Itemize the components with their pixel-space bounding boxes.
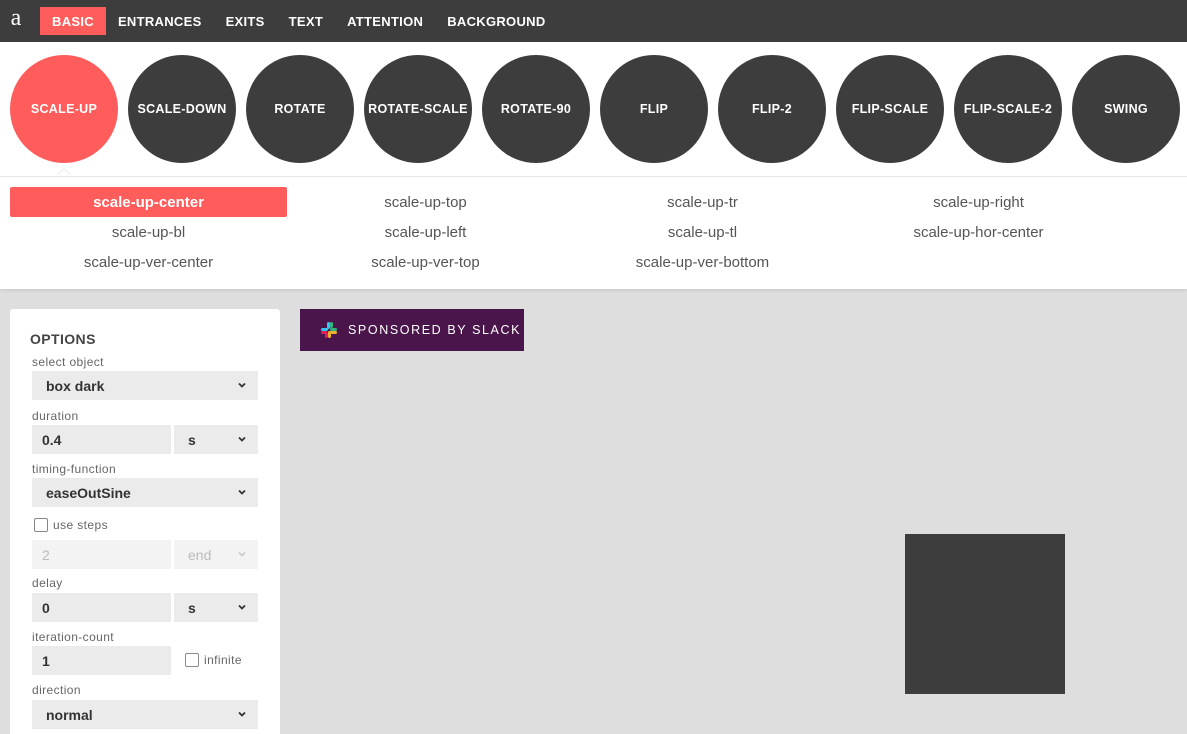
- delay-label: delay: [32, 576, 63, 590]
- timing-function-dropdown[interactable]: easeOutSine: [32, 478, 258, 507]
- select-object-label: select object: [32, 355, 104, 369]
- chevron-down-icon: [238, 489, 246, 495]
- animation-flip-scale[interactable]: FLIP-SCALE: [836, 55, 944, 163]
- chevron-down-icon: [238, 551, 246, 557]
- tab-attention[interactable]: ATTENTION: [335, 7, 435, 35]
- steps-direction-value: end: [188, 546, 212, 563]
- duration-label: duration: [32, 409, 79, 423]
- variant-item[interactable]: scale-up-top: [287, 187, 564, 217]
- direction-dropdown[interactable]: normal: [32, 700, 258, 729]
- use-steps-checkbox[interactable]: [34, 518, 48, 532]
- duration-input[interactable]: 0.4: [32, 425, 171, 454]
- site-logo[interactable]: a: [1, 0, 31, 42]
- options-title: OPTIONS: [30, 331, 96, 347]
- variant-item[interactable]: scale-up-left: [287, 217, 564, 247]
- chevron-down-icon: [238, 604, 246, 610]
- tab-text[interactable]: TEXT: [277, 7, 335, 35]
- options-panel: OPTIONS select object box dark duration …: [10, 309, 280, 734]
- steps-input[interactable]: 2: [32, 540, 171, 569]
- delay-unit-value: s: [188, 599, 196, 616]
- top-nav: a BASIC ENTRANCES EXITS TEXT ATTENTION B…: [0, 0, 1187, 42]
- sponsor-label: SPONSORED BY SLACK: [348, 323, 522, 337]
- slack-logo-icon: [321, 322, 337, 338]
- variant-item[interactable]: scale-up-center: [10, 187, 287, 217]
- active-pointer: [57, 168, 71, 175]
- direction-label: direction: [32, 683, 81, 697]
- animation-rotate-scale[interactable]: ROTATE-SCALE: [364, 55, 472, 163]
- variant-item[interactable]: scale-up-tl: [564, 217, 841, 247]
- animation-scale-down[interactable]: SCALE-DOWN: [128, 55, 236, 163]
- tab-entrances[interactable]: ENTRANCES: [106, 7, 214, 35]
- iteration-count-input[interactable]: 1: [32, 646, 171, 675]
- variant-item[interactable]: scale-up-ver-bottom: [564, 247, 841, 277]
- variant-item[interactable]: scale-up-right: [840, 187, 1117, 217]
- chevron-down-icon: [238, 711, 246, 717]
- sponsor-button[interactable]: SPONSORED BY SLACK: [300, 309, 524, 351]
- infinite-label: infinite: [204, 653, 242, 667]
- animation-flip-2[interactable]: FLIP-2: [718, 55, 826, 163]
- chevron-down-icon: [238, 382, 246, 388]
- duration-unit-value: s: [188, 431, 196, 448]
- iteration-count-label: iteration-count: [32, 630, 115, 644]
- animation-group-picker: SCALE-UP SCALE-DOWN ROTATE ROTATE-SCALE …: [0, 42, 1187, 177]
- select-object-dropdown[interactable]: box dark: [32, 371, 258, 400]
- delay-unit-select[interactable]: s: [174, 593, 258, 622]
- timing-function-value: easeOutSine: [46, 484, 131, 501]
- variant-item[interactable]: scale-up-ver-top: [287, 247, 564, 277]
- select-object-value: box dark: [46, 377, 105, 394]
- animation-flip-scale-2[interactable]: FLIP-SCALE-2: [954, 55, 1062, 163]
- infinite-checkbox[interactable]: [185, 653, 199, 667]
- tab-background[interactable]: BACKGROUND: [435, 7, 557, 35]
- delay-input[interactable]: 0: [32, 593, 171, 622]
- chevron-down-icon: [238, 436, 246, 442]
- steps-direction-select[interactable]: end: [174, 540, 258, 569]
- animation-flip[interactable]: FLIP: [600, 55, 708, 163]
- demo-box-dark: [905, 534, 1065, 694]
- variant-item[interactable]: scale-up-tr: [564, 187, 841, 217]
- variant-item[interactable]: scale-up-ver-center: [10, 247, 287, 277]
- tab-exits[interactable]: EXITS: [214, 7, 277, 35]
- animation-swing[interactable]: SWING: [1072, 55, 1180, 163]
- variant-item[interactable]: scale-up-bl: [10, 217, 287, 247]
- duration-unit-select[interactable]: s: [174, 425, 258, 454]
- variant-list: scale-up-center scale-up-top scale-up-tr…: [0, 177, 1187, 289]
- use-steps-label: use steps: [53, 518, 108, 532]
- variant-item[interactable]: scale-up-hor-center: [840, 217, 1117, 247]
- timing-function-label: timing-function: [32, 462, 117, 476]
- tab-basic[interactable]: BASIC: [40, 7, 106, 35]
- animation-scale-up[interactable]: SCALE-UP: [10, 55, 118, 163]
- direction-value: normal: [46, 706, 93, 723]
- animation-rotate-90[interactable]: ROTATE-90: [482, 55, 590, 163]
- animation-rotate[interactable]: ROTATE: [246, 55, 354, 163]
